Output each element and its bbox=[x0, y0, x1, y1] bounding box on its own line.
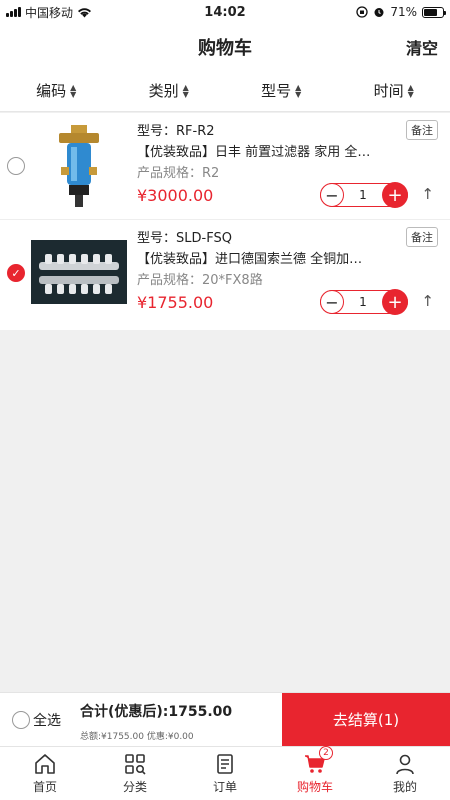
checkout-bar: 全选 合计(优惠后):1755.00 总额:¥1755.00 优惠:¥0.00 … bbox=[0, 692, 450, 746]
sort-arrows-icon: ▲ ▼ bbox=[407, 82, 414, 99]
item-checkbox[interactable] bbox=[7, 157, 25, 175]
tab-label: 分类 bbox=[122, 780, 147, 794]
sort-label: 类别 bbox=[148, 82, 179, 100]
clock: 14:02 bbox=[204, 4, 246, 20]
category-icon bbox=[125, 754, 146, 775]
page-title: 购物车 bbox=[198, 38, 252, 59]
product-image-manifold[interactable] bbox=[31, 228, 127, 318]
tab-label: 购物车 bbox=[296, 780, 333, 794]
tab-orders[interactable]: 订单 bbox=[180, 747, 270, 800]
order-icon bbox=[217, 754, 233, 774]
carrier-label: 中国移动 bbox=[25, 5, 74, 20]
tab-bar: 首页 分类 订单 2 购物车 我的 bbox=[0, 746, 450, 800]
battery-icon bbox=[422, 6, 446, 18]
sort-by-code[interactable]: 编码 ▲ ▼ bbox=[0, 70, 113, 111]
product-image-filter[interactable] bbox=[31, 121, 127, 211]
tab-cart[interactable]: 2 购物车 bbox=[270, 746, 360, 800]
quantity-stepper: − 1 + bbox=[320, 182, 408, 208]
select-all-toggle[interactable]: 全选 bbox=[0, 693, 72, 746]
tab-home[interactable]: 首页 bbox=[0, 747, 90, 800]
note-button[interactable]: 备注 bbox=[406, 227, 438, 247]
item-title[interactable]: 【优装致品】进口德国索兰德 全铜加… bbox=[137, 249, 392, 270]
increase-button[interactable]: + bbox=[381, 182, 408, 208]
move-up-icon[interactable]: ↑ bbox=[421, 185, 434, 203]
cart-icon-wrap: 2 bbox=[303, 746, 333, 776]
sort-arrows-icon: ▲ ▼ bbox=[70, 82, 77, 99]
home-icon bbox=[35, 754, 55, 774]
status-left: 中国移动 bbox=[6, 4, 156, 21]
tab-profile[interactable]: 我的 bbox=[360, 747, 450, 800]
decrease-button[interactable]: − bbox=[320, 290, 344, 314]
sort-arrows-icon: ▲ ▼ bbox=[182, 82, 189, 99]
item-spec: 产品规格：20*FX8路 bbox=[137, 273, 263, 288]
move-up-icon[interactable]: ↑ bbox=[421, 292, 434, 310]
item-title[interactable]: 【优装致品】日丰 前置过滤器 家用 全… bbox=[137, 142, 392, 163]
wifi-icon bbox=[78, 7, 92, 17]
sort-by-model[interactable]: 型号 ▲ ▼ bbox=[225, 70, 338, 111]
sort-by-category[interactable]: 类别 ▲ ▼ bbox=[113, 70, 226, 111]
tab-label: 我的 bbox=[392, 780, 417, 794]
status-right: 71% bbox=[294, 5, 446, 19]
item-model: 型号：RF-R2 bbox=[137, 124, 215, 139]
sort-label: 时间 bbox=[373, 82, 404, 100]
quantity-value[interactable]: 1 bbox=[359, 295, 367, 309]
increase-button[interactable]: + bbox=[381, 289, 408, 315]
item-model: 型号：SLD-FSQ bbox=[137, 231, 232, 246]
cart-badge: 2 bbox=[319, 746, 333, 760]
nav-bar: 购物车 清空 bbox=[0, 24, 450, 70]
cart-item: ✓ 型号：SLD-FSQ 【优装致品】进口德国索兰德 全铜加… 产品规格：20*… bbox=[0, 220, 450, 330]
decrease-button[interactable]: − bbox=[320, 183, 344, 207]
clear-button[interactable]: 清空 bbox=[406, 35, 438, 59]
sort-by-time[interactable]: 时间 ▲ ▼ bbox=[338, 70, 450, 111]
sort-arrows-icon: ▲ ▼ bbox=[295, 82, 302, 99]
tab-category[interactable]: 分类 bbox=[90, 747, 180, 800]
quantity-value[interactable]: 1 bbox=[359, 188, 367, 202]
select-all-label: 全选 bbox=[33, 712, 61, 729]
checkout-button[interactable]: 去结算(1) bbox=[282, 693, 450, 746]
item-spec: 产品规格：R2 bbox=[137, 166, 220, 181]
note-button[interactable]: 备注 bbox=[406, 120, 438, 140]
sort-label: 编码 bbox=[36, 82, 67, 100]
item-checkbox[interactable]: ✓ bbox=[7, 264, 25, 282]
sort-bar: 编码 ▲ ▼ 类别 ▲ ▼ 型号 ▲ ▼ 时间 ▲ ▼ bbox=[0, 70, 450, 112]
battery-percent: 71% bbox=[390, 5, 417, 19]
alarm-icon bbox=[374, 8, 384, 17]
select-all-checkbox[interactable] bbox=[12, 710, 30, 729]
total-detail: 总额:¥1755.00 优惠:¥0.00 bbox=[80, 732, 194, 742]
cart-list: 型号：RF-R2 【优装致品】日丰 前置过滤器 家用 全… 产品规格：R2 ¥3… bbox=[0, 113, 450, 330]
totals: 合计(优惠后):1755.00 总额:¥1755.00 优惠:¥0.00 bbox=[72, 693, 282, 746]
profile-icon bbox=[396, 754, 414, 775]
tab-label: 订单 bbox=[212, 780, 237, 794]
sort-label: 型号 bbox=[261, 82, 292, 100]
total-amount: 合计(优惠后):1755.00 bbox=[80, 704, 233, 720]
quantity-stepper: − 1 + bbox=[320, 289, 408, 315]
signal-icon bbox=[6, 7, 21, 17]
tab-label: 首页 bbox=[32, 780, 57, 794]
orientation-lock-icon bbox=[356, 6, 368, 18]
status-bar: 中国移动 14:02 71% bbox=[0, 0, 450, 24]
cart-item: 型号：RF-R2 【优装致品】日丰 前置过滤器 家用 全… 产品规格：R2 ¥3… bbox=[0, 113, 450, 220]
